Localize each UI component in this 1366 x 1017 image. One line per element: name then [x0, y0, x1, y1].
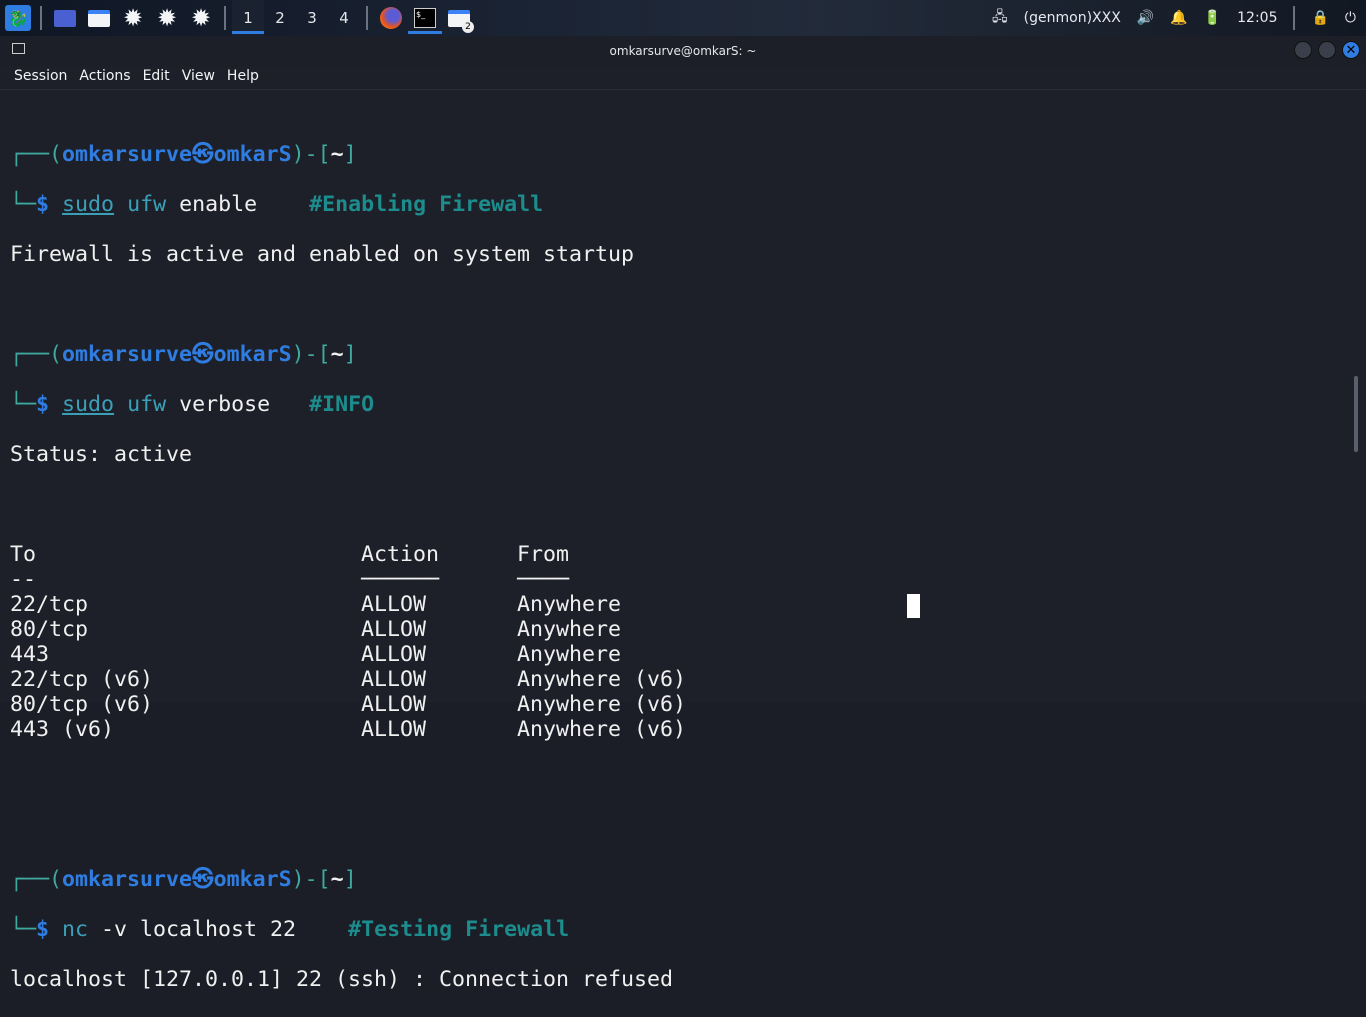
table-row: 80/tcp (v6) ALLOW Anywhere (v6): [10, 692, 686, 717]
command-line: └─$ sudo ufw verbose #INFO: [10, 392, 375, 417]
command-line: └─$ sudo ufw enable #Enabling Firewall: [10, 192, 544, 217]
table-cell: 80/tcp: [10, 617, 362, 642]
workspace-4[interactable]: 4: [328, 0, 360, 36]
show-desktop-icon[interactable]: [48, 0, 82, 36]
workspace-3[interactable]: 3: [296, 0, 328, 36]
table-cell: ALLOW: [361, 692, 518, 717]
workspace-1[interactable]: 1: [232, 0, 264, 36]
table-row: 22/tcp ALLOW Anywhere: [10, 592, 686, 617]
battery-icon[interactable]: 🔋: [1204, 10, 1221, 26]
table-cell: 22/tcp (v6): [10, 667, 362, 692]
table-cell: ──────: [361, 567, 518, 592]
lock-icon[interactable]: 🔒: [1311, 10, 1328, 26]
table-cell: 22/tcp: [10, 592, 362, 617]
table-row: 80/tcp ALLOW Anywhere: [10, 617, 686, 642]
maximize-button[interactable]: [1318, 41, 1336, 59]
table-cell: ALLOW: [361, 667, 518, 692]
notification-bell-icon[interactable]: 🔔: [1170, 10, 1187, 26]
separator: [40, 6, 42, 30]
table-header-underline: -- ────── ────: [10, 567, 686, 592]
minimize-button[interactable]: [1294, 41, 1312, 59]
command-line: └─$ nc -v localhost 22 #Testing Firewall: [10, 917, 570, 942]
table-cell: From: [517, 542, 570, 567]
table-row: 22/tcp (v6) ALLOW Anywhere (v6): [10, 667, 686, 692]
volume-icon[interactable]: 🔊: [1137, 10, 1154, 26]
settings-gear-icon[interactable]: ✹: [184, 0, 218, 36]
table-cell: Anywhere (v6): [517, 717, 687, 742]
firefox-icon[interactable]: [374, 0, 408, 36]
prompt-line: ┌──(omkarsurve㉿omkarS)-[~]: [10, 867, 357, 892]
menu-session[interactable]: Session: [8, 66, 73, 89]
output-line: Firewall is active and enabled on system…: [10, 242, 635, 267]
table-cell: ALLOW: [361, 717, 518, 742]
table-header: To Action From: [10, 542, 686, 567]
settings-gear-icon[interactable]: ✹: [150, 0, 184, 36]
menu-edit[interactable]: Edit: [137, 66, 176, 89]
table-cell: ALLOW: [361, 642, 518, 667]
workspace-2[interactable]: 2: [264, 0, 296, 36]
menu-view[interactable]: View: [176, 66, 221, 89]
menu-actions[interactable]: Actions: [73, 66, 136, 89]
logout-icon[interactable]: ⏻: [1345, 10, 1356, 26]
table-cell: 80/tcp (v6): [10, 692, 362, 717]
table-cell: 443: [10, 642, 362, 667]
window-title: omkarsurve@omkarS: ~: [609, 44, 757, 58]
prompt-line: ┌──(omkarsurve㉿omkarS)-[~]: [10, 142, 357, 167]
prompt-line: ┌──(omkarsurve㉿omkarS)-[~]: [10, 342, 357, 367]
kali-menu-icon[interactable]: 🐉: [2, 0, 34, 36]
output-line: localhost [127.0.0.1] 22 (ssh) : Connect…: [10, 967, 674, 992]
file-manager-icon[interactable]: [82, 0, 116, 36]
terminal-app-icon: [12, 43, 25, 54]
title-bar: omkarsurve@omkarS: ~ ✕: [0, 36, 1366, 66]
table-cell: Action: [361, 542, 518, 567]
file-manager-task-icon[interactable]: 2: [442, 0, 476, 36]
clock[interactable]: 12:05: [1237, 10, 1277, 26]
table-row: 443 (v6) ALLOW Anywhere (v6): [10, 717, 686, 742]
table-cell: Anywhere: [517, 617, 622, 642]
terminal-task-icon[interactable]: $_: [408, 0, 442, 36]
table-cell: To: [10, 542, 362, 567]
table-cell: ALLOW: [361, 592, 518, 617]
close-button[interactable]: ✕: [1342, 41, 1360, 59]
table-cell: Anywhere: [517, 642, 622, 667]
genmon-label[interactable]: (genmon)XXX: [1024, 10, 1121, 26]
table-cell: 443 (v6): [10, 717, 362, 742]
window-count-badge: 2: [462, 21, 474, 33]
output-line: Status: active: [10, 442, 193, 467]
separator: [224, 6, 226, 30]
table-cell: Anywhere: [517, 592, 622, 617]
scrollbar[interactable]: [1354, 376, 1358, 452]
table-cell: Anywhere (v6): [517, 692, 687, 717]
table-cell: ALLOW: [361, 617, 518, 642]
table-row: 443 ALLOW Anywhere: [10, 642, 686, 667]
ufw-rules-table: To Action From -- ────── ──── 22/tcp ALLOW…: [10, 542, 686, 742]
separator: [366, 6, 368, 30]
settings-gear-icon[interactable]: ✹: [116, 0, 150, 36]
table-cell: --: [10, 567, 362, 592]
top-panel: 🐉 ✹ ✹ ✹ 1 2 3 4 $_ 2 🖧 (genmon)XXX 🔊 🔔 🔋…: [0, 0, 1366, 36]
table-cell: Anywhere (v6): [517, 667, 687, 692]
menu-bar: Session Actions Edit View Help: [0, 66, 1366, 90]
network-icon[interactable]: 🖧: [992, 6, 1008, 30]
menu-help[interactable]: Help: [221, 66, 265, 89]
separator: [1293, 6, 1296, 30]
table-cell: ────: [517, 567, 570, 592]
terminal-output[interactable]: ┌──(omkarsurve㉿omkarS)-[~] └─$ sudo ufw …: [10, 117, 686, 1017]
terminal-cursor: [907, 594, 920, 618]
